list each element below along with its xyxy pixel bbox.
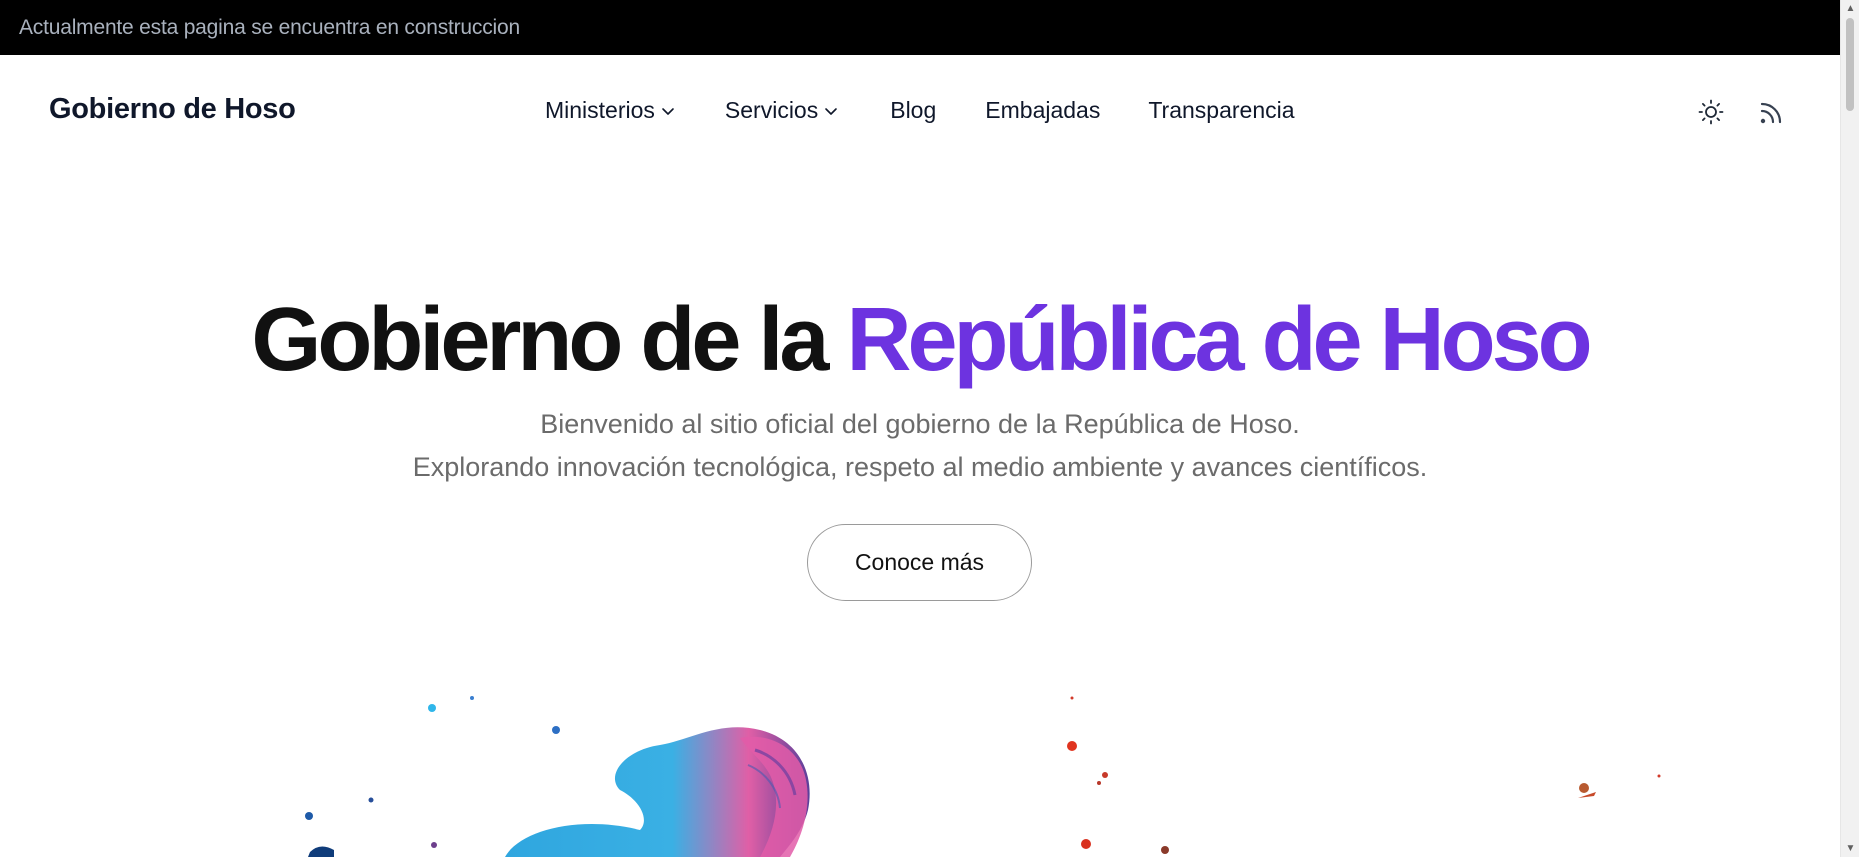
nav-item-label: Blog bbox=[890, 97, 937, 123]
decorative-hero-artwork bbox=[305, 696, 1661, 857]
scroll-thumb[interactable] bbox=[1846, 18, 1854, 111]
hero-title-plain: Gobierno de la bbox=[251, 290, 829, 390]
hero-subtitle-line1: Bienvenido al sitio oficial del gobierno… bbox=[540, 409, 1300, 439]
hero-title: Gobierno de la República de Hoso bbox=[0, 285, 1840, 395]
learn-more-button[interactable]: Conoce más bbox=[807, 524, 1032, 601]
nav-item-embajadas[interactable]: Embajadas bbox=[985, 97, 1100, 124]
nav-item-label: Ministerios bbox=[545, 97, 655, 123]
chevron-down-icon bbox=[662, 107, 674, 115]
announcement-bar: Actualmente esta pagina se encuentra en … bbox=[0, 0, 1840, 55]
sun-icon[interactable] bbox=[1697, 98, 1725, 126]
nav-item-label: Transparencia bbox=[1148, 97, 1295, 123]
site-header: Gobierno de Hoso Ministerios Servicios B… bbox=[0, 55, 1840, 170]
main-nav: Ministerios Servicios Blog Embajadas Tra… bbox=[545, 97, 1295, 124]
scroll-down-arrow-icon[interactable]: ▼ bbox=[1841, 840, 1859, 857]
nav-item-label: Embajadas bbox=[985, 97, 1101, 123]
brand-logo-text[interactable]: Gobierno de Hoso bbox=[49, 93, 296, 126]
announcement-text: Actualmente esta pagina se encuentra en … bbox=[19, 16, 520, 39]
nav-item-label: Servicios bbox=[724, 97, 819, 123]
scrollbar[interactable]: ▲ ▼ bbox=[1840, 0, 1859, 857]
nav-item-transparencia[interactable]: Transparencia bbox=[1148, 97, 1294, 124]
nav-item-ministerios[interactable]: Ministerios bbox=[545, 97, 675, 124]
scroll-up-arrow-icon[interactable]: ▲ bbox=[1841, 0, 1859, 17]
rss-icon[interactable] bbox=[1758, 100, 1784, 126]
page: Actualmente esta pagina se encuentra en … bbox=[0, 0, 1859, 857]
nav-item-servicios[interactable]: Servicios bbox=[725, 97, 838, 124]
nav-item-blog[interactable]: Blog bbox=[890, 97, 936, 124]
hero-subtitle-line2: Explorando innovación tecnológica, respe… bbox=[412, 452, 1428, 482]
hero-title-accent: República de Hoso bbox=[846, 290, 1592, 390]
chevron-down-icon bbox=[825, 107, 838, 115]
